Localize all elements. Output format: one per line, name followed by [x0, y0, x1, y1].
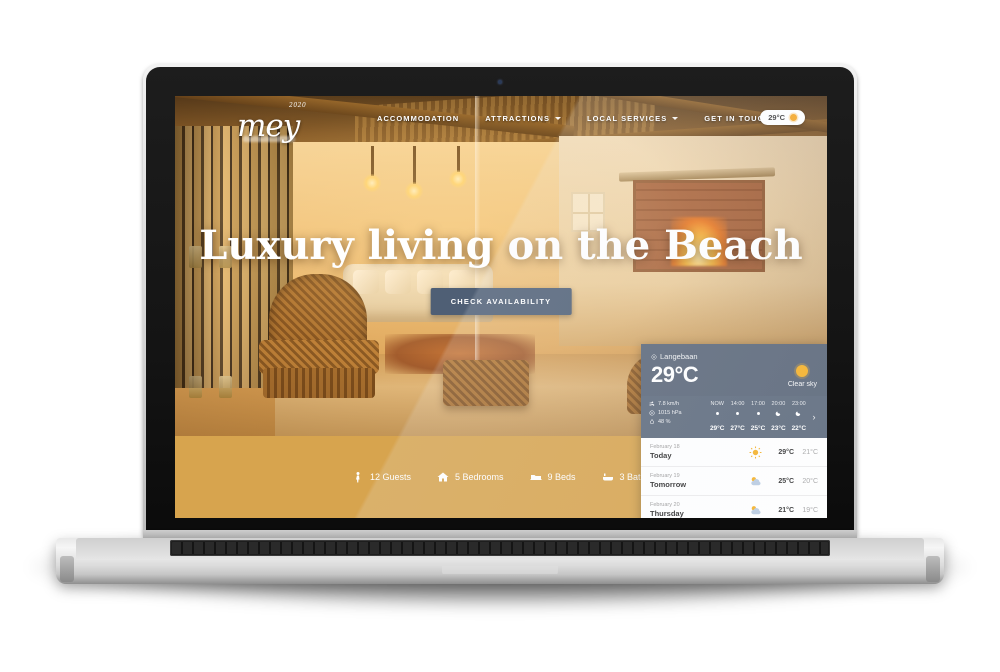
weather-hour-temp: 23°C	[771, 425, 786, 432]
weather-day-high: 25°C	[778, 477, 794, 485]
weather-day-row[interactable]: February 20 Thursday 21°C 19°C	[641, 496, 827, 518]
house-icon	[437, 472, 449, 482]
weather-hour-column: 20:00 23°C	[768, 401, 788, 432]
weather-condition: Clear sky	[788, 365, 817, 388]
nav-item-local-services[interactable]: LOCAL SERVICES	[587, 114, 679, 123]
main-menu: ACCOMMODATION ATTRACTIONS LOCAL SERVICES	[377, 114, 771, 123]
screenshot-stage: 2020 mey ACCOMMODATION ATTRACTIONS LOCAL…	[0, 0, 1000, 672]
weather-day-high: 21°C	[778, 506, 794, 514]
amenity-label: 5 Bedrooms	[454, 472, 504, 482]
sun-icon	[736, 412, 740, 415]
weather-hour-temp: 27°C	[730, 425, 745, 432]
weather-day-low: 20°C	[802, 477, 818, 485]
laptop-lid: 2020 mey ACCOMMODATION ATTRACTIONS LOCAL…	[143, 64, 857, 538]
weather-widget: Langebaan 29°C Clear sky 7.8 km/h 1015 h…	[641, 344, 827, 518]
weather-location-name: Langebaan	[660, 352, 698, 361]
weather-hour-column: 14:00 27°C	[727, 401, 747, 432]
weather-hourly-grid: NOW 29°C 14:00 27°C 17:00 25°C 20:00 23°…	[707, 401, 819, 432]
weather-current-panel: Langebaan 29°C Clear sky	[641, 344, 827, 396]
nav-item-attractions[interactable]: ATTRACTIONS	[485, 114, 562, 123]
partly-sunny-icon	[751, 505, 761, 514]
location-pin-icon	[651, 354, 657, 359]
weather-day-row[interactable]: February 18 Today 29°C 21°C	[641, 438, 827, 467]
chevron-down-icon	[672, 117, 679, 120]
weather-hour-label: 20:00	[771, 401, 786, 407]
weather-metric-value: 1015 hPa	[658, 410, 682, 416]
nav-label: ACCOMMODATION	[377, 114, 460, 123]
sun-icon	[756, 412, 760, 415]
weather-condition-label: Clear sky	[787, 381, 817, 388]
sun-icon	[715, 412, 719, 415]
laptop-foot-left	[60, 556, 74, 582]
amenity-bedrooms: 5 Bedrooms	[437, 471, 504, 483]
weather-day-name: Tomorrow	[650, 480, 687, 489]
hero-title: Luxury living on the Beach	[199, 222, 803, 269]
chevron-down-icon	[555, 117, 562, 120]
weather-daily-panel: February 18 Today 29°C 21°C February 19 …	[641, 438, 827, 518]
amenity-beds: 9 Beds	[530, 471, 576, 483]
weather-metrics: 7.8 km/h 1015 hPa 48 %	[649, 401, 701, 432]
weather-hour-temp: 25°C	[750, 425, 766, 432]
weather-location: Langebaan	[651, 352, 817, 361]
weather-metric-pressure: 1015 hPa	[649, 410, 701, 416]
logo-wordmark: mey	[237, 108, 300, 144]
partly-sunny-icon	[751, 476, 761, 485]
sun-icon	[790, 114, 797, 121]
sun-icon	[796, 365, 809, 377]
laptop-foot-right	[926, 556, 940, 582]
weather-day-name: Today	[650, 451, 672, 460]
weather-hour-label: 23:00	[791, 401, 806, 407]
weather-hour-label: NOW	[710, 401, 724, 407]
moon-icon	[775, 411, 781, 417]
moon-icon	[796, 411, 801, 417]
sun-icon	[749, 446, 762, 458]
weather-hour-column: NOW 29°C	[707, 401, 727, 432]
weather-hourly-panel: 7.8 km/h 1015 hPa 48 % NOW 29°C 14:00 27…	[641, 396, 827, 438]
site-navbar: 2020 mey ACCOMMODATION ATTRACTIONS LOCAL…	[175, 96, 827, 152]
weather-hour-temp: 29°C	[709, 425, 725, 432]
nav-temperature-value: 29°C	[768, 113, 785, 122]
weather-current-temp: 29°C	[651, 362, 699, 387]
amenity-label: 9 Beds	[547, 472, 576, 482]
nav-item-accommodation[interactable]: ACCOMMODATION	[377, 114, 459, 123]
weather-metric-value: 7.8 km/h	[658, 401, 680, 407]
weather-day-date: February 18	[650, 444, 680, 450]
weather-next-hours-button[interactable]: ›	[809, 412, 819, 422]
weather-hour-temp: 22°C	[791, 425, 807, 432]
weather-hour-column: 23:00 22°C	[789, 401, 809, 432]
weather-day-name: Thursday	[650, 509, 684, 518]
bath-icon	[602, 473, 613, 481]
weather-hour-label: 14:00	[730, 401, 745, 407]
amenity-label: 12 Guests	[369, 472, 411, 482]
check-availability-button[interactable]: CHECK AVAILABILITY	[430, 288, 572, 315]
webcam-icon	[498, 80, 502, 84]
humidity-icon	[649, 419, 655, 424]
laptop-bezel: 2020 mey ACCOMMODATION ATTRACTIONS LOCAL…	[146, 67, 854, 538]
weather-metric-humidity: 48 %	[649, 419, 701, 425]
site-logo[interactable]: 2020 mey	[237, 102, 329, 148]
nav-label: LOCAL SERVICES	[587, 114, 668, 123]
nav-label: ATTRACTIONS	[485, 114, 551, 123]
weather-day-date: February 19	[650, 473, 680, 479]
weather-hour-column: 17:00 25°C	[748, 401, 768, 432]
weather-day-high: 29°C	[778, 448, 794, 456]
amenity-guests: 12 Guests	[352, 471, 411, 483]
laptop-keyboard	[170, 540, 830, 556]
laptop-base-lip	[56, 574, 944, 584]
weather-day-row[interactable]: February 19 Tomorrow 25°C 20°C	[641, 467, 827, 496]
pressure-icon	[649, 410, 655, 416]
weather-metric-value: 48 %	[658, 419, 671, 425]
bed-icon	[530, 475, 541, 480]
wind-icon	[649, 401, 655, 406]
person-icon	[355, 472, 360, 483]
weather-day-low: 19°C	[802, 506, 818, 514]
weather-metric-wind: 7.8 km/h	[649, 401, 701, 407]
weather-day-low: 21°C	[802, 448, 818, 456]
nav-temperature-pill[interactable]: 29°C	[760, 110, 805, 125]
weather-hour-label: 17:00	[751, 401, 765, 407]
weather-day-date: February 20	[650, 502, 680, 508]
laptop-screen: 2020 mey ACCOMMODATION ATTRACTIONS LOCAL…	[175, 96, 827, 518]
